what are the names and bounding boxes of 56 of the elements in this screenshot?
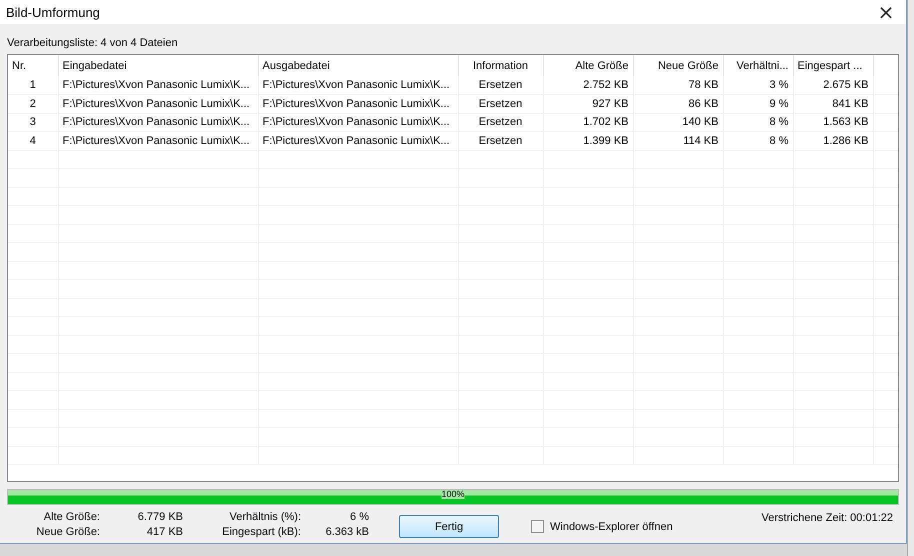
table-cell: 3 % — [723, 76, 793, 94]
table-cell: 9 % — [723, 94, 793, 113]
table-cell: 140 KB — [633, 113, 723, 132]
table-cell: 1.563 KB — [793, 113, 873, 132]
table-cell: F:\Pictures\Xvon Panasonic Lumix\K... — [58, 94, 258, 113]
column-header[interactable]: Ausgabedatei — [258, 55, 458, 76]
stat-label: Alte Größe: — [42, 511, 100, 523]
table-cell: 1.702 KB — [543, 113, 633, 132]
table-cell: F:\Pictures\Xvon Panasonic Lumix\K... — [258, 76, 458, 94]
table-cell: F:\Pictures\Xvon Panasonic Lumix\K... — [258, 113, 458, 132]
done-button[interactable]: Fertig — [399, 515, 499, 538]
elapsed-time: Verstrichene Zeit: 00:01:22 — [762, 512, 893, 524]
window-title: Bild-Umformung — [6, 4, 100, 20]
table-cell: F:\Pictures\Xvon Panasonic Lumix\K... — [258, 94, 458, 113]
stat-value: 6.363 kB — [324, 526, 369, 538]
table-cell: 2.675 KB — [793, 76, 873, 94]
stat-label: Neue Größe: — [35, 526, 100, 538]
column-header[interactable]: Alte Größe — [543, 55, 633, 76]
column-header[interactable]: Nr. — [8, 55, 58, 76]
table-cell: 1.399 KB — [543, 132, 633, 150]
table-cell: F:\Pictures\Xvon Panasonic Lumix\K... — [58, 132, 258, 150]
stat-value: 6.779 KB — [136, 511, 183, 523]
table-cell: Ersetzen — [458, 76, 543, 94]
table-cell: 2.752 KB — [543, 76, 633, 94]
column-header[interactable]: Neue Größe — [633, 55, 723, 76]
column-header[interactable]: Eingespart ... — [793, 55, 873, 76]
table-cell: Ersetzen — [458, 94, 543, 113]
column-header[interactable]: Eingabedatei — [58, 55, 258, 76]
table-cell: F:\Pictures\Xvon Panasonic Lumix\K... — [58, 76, 258, 94]
checkbox-label[interactable]: Windows-Explorer öffnen — [550, 520, 673, 532]
table-cell: 78 KB — [633, 76, 723, 94]
table-cell: 114 KB — [633, 132, 723, 150]
table-cell: 927 KB — [543, 94, 633, 113]
table-cell: 1 — [8, 76, 58, 94]
close-button[interactable]: × — [866, 0, 906, 24]
table-cell: F:\Pictures\Xvon Panasonic Lumix\K... — [58, 113, 258, 132]
stat-value: 6 % — [349, 511, 369, 523]
stat-label: Eingespart (kB): — [221, 526, 301, 538]
list-caption: Verarbeitungsliste: 4 von 4 Dateien — [7, 36, 179, 51]
table-cell: F:\Pictures\Xvon Panasonic Lumix\K... — [258, 132, 458, 150]
table-cell: Ersetzen — [458, 113, 543, 132]
table-cell: 8 % — [723, 113, 793, 132]
table-cell: 86 KB — [633, 94, 723, 113]
table-cell: 8 % — [723, 132, 793, 150]
column-header[interactable]: Information — [458, 55, 543, 76]
table-cell: 1.286 KB — [793, 132, 873, 150]
table-cell: Ersetzen — [458, 132, 543, 150]
stat-label: Verhältnis (%): — [228, 511, 301, 523]
checkbox[interactable] — [531, 520, 544, 533]
table-cell: 2 — [8, 94, 58, 113]
table-cell: 841 KB — [793, 94, 873, 113]
table-cell: 4 — [8, 132, 58, 150]
table-cell: 3 — [8, 113, 58, 132]
column-header[interactable]: Verhältni... — [723, 55, 793, 76]
stat-value: 417 KB — [146, 526, 183, 538]
progress-label: 100% — [441, 490, 465, 499]
